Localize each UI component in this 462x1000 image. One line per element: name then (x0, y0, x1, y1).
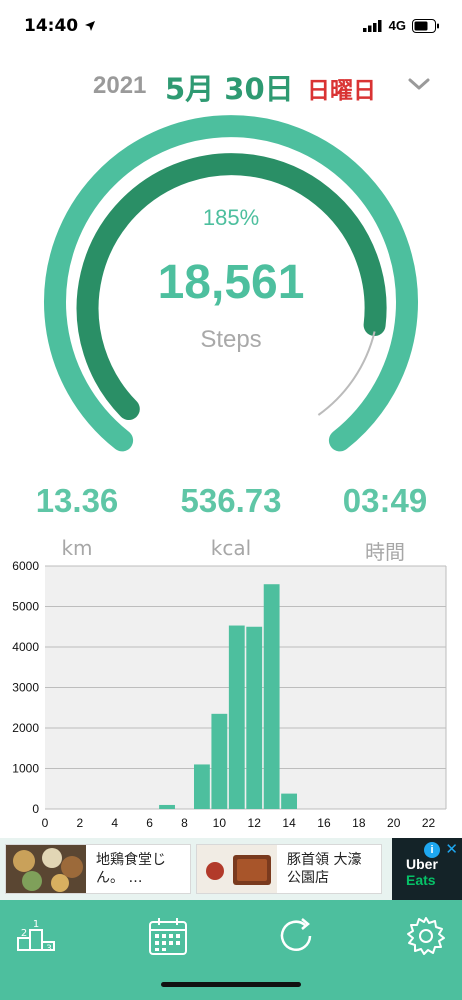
goal-percent: 185% (202, 205, 260, 230)
ad-close-icon[interactable]: ✕ (445, 840, 458, 858)
date-selector[interactable]: 2021 5月 30日 日曜日 (0, 60, 462, 110)
x-tick-label: 20 (387, 816, 401, 830)
signal-icon (362, 19, 382, 32)
chart-bar (281, 793, 298, 809)
chart-bar (228, 625, 245, 809)
x-tick-label: 0 (42, 816, 49, 830)
home-indicator (161, 982, 301, 987)
steps-label: Steps (200, 326, 262, 353)
x-tick-label: 6 (146, 816, 153, 830)
date-month-day: 5月 30日 (165, 72, 294, 106)
y-tick-label: 4000 (12, 640, 39, 654)
chart-bar (159, 804, 175, 809)
ad-card-2-text: 豚首領 大濠公園店 (287, 852, 362, 886)
x-tick-label: 12 (248, 816, 262, 830)
date-year: 2021 (93, 72, 147, 99)
chart-bar (211, 713, 228, 809)
x-tick-label: 8 (181, 816, 188, 830)
network-type: 4G (388, 18, 406, 33)
battery-icon (412, 18, 439, 33)
food-photo-1 (6, 845, 86, 893)
y-tick-label: 0 (32, 802, 39, 816)
chart-bar (193, 764, 210, 809)
x-tick-label: 4 (111, 816, 118, 830)
ad-brand-line2: Eats (406, 872, 436, 888)
steps-count: 18,561 (157, 256, 305, 309)
calendar-icon[interactable] (146, 914, 190, 958)
refresh-icon[interactable] (274, 914, 318, 958)
x-tick-label: 16 (317, 816, 331, 830)
y-tick-label: 6000 (12, 559, 39, 573)
x-tick-label: 22 (422, 816, 436, 830)
y-tick-label: 5000 (12, 600, 39, 614)
y-tick-label: 2000 (12, 721, 39, 735)
y-tick-label: 3000 (12, 681, 39, 695)
date-weekday: 日曜日 (307, 78, 376, 104)
settings-icon[interactable] (404, 914, 448, 958)
chart-bar (263, 584, 280, 809)
svg-text:2: 2 (21, 928, 27, 939)
location-arrow-icon (85, 21, 96, 31)
calories-value: 536.73 (180, 482, 282, 519)
ad-card-restaurant-1[interactable]: 地鶏食堂じん。 … (5, 844, 191, 894)
x-tick-label: 18 (352, 816, 366, 830)
svg-text:3: 3 (46, 944, 52, 954)
ad-banner[interactable]: 地鶏食堂じん。 … 豚首領 大濠公園店 Uber Eats i ✕ (0, 838, 462, 900)
x-tick-label: 2 (77, 816, 84, 830)
food-photo-2 (197, 845, 277, 893)
calories-stat: 536.73 kcal (154, 482, 308, 560)
ad-card-1-text: 地鶏食堂じん。 … (96, 852, 166, 886)
hourly-steps-chart: 0 1000 2000 3000 4000 5000 6000 0 2 4 6 8 10 12 14 16 18… (12, 559, 447, 830)
x-tick-label: 14 (282, 816, 296, 830)
duration-value: 03:49 (342, 482, 428, 519)
distance-value: 13.36 (35, 482, 119, 519)
ad-info-icon[interactable]: i (424, 842, 440, 858)
duration-stat: 03:49 時間 (308, 482, 462, 565)
distance-stat: 13.36 km (0, 482, 154, 560)
svg-text:1: 1 (33, 919, 39, 930)
ad-brand-line1: Uber (406, 856, 438, 872)
y-tick-label: 1000 (12, 762, 39, 776)
ad-card-restaurant-2[interactable]: 豚首領 大濠公園店 (196, 844, 382, 894)
ranking-icon[interactable]: 1 2 3 (14, 914, 58, 958)
chevron-down-icon[interactable] (406, 74, 432, 94)
status-bar: 14:40 4G (0, 0, 462, 54)
chart-bar (246, 626, 263, 809)
x-tick-label: 10 (213, 816, 227, 830)
status-time: 14:40 (24, 16, 96, 36)
